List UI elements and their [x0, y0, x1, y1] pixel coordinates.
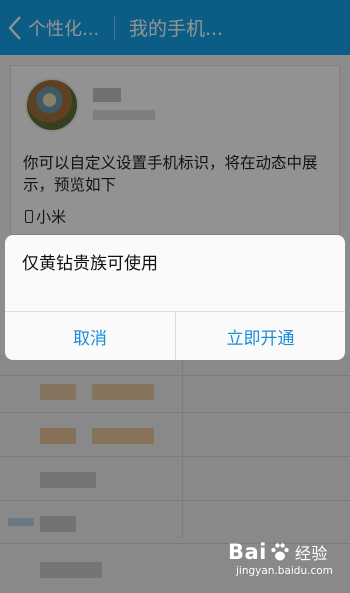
cancel-button[interactable]: 取消: [5, 312, 175, 360]
dialog-message: 仅黄钻贵族可使用: [22, 254, 158, 274]
screen: 个性化... 我的手机... 你可以自定义设置手机标识，将在动态中展示，预览如下…: [0, 0, 350, 593]
watermark-brand-text: Bai: [228, 540, 267, 564]
activate-button[interactable]: 立即开通: [175, 312, 345, 360]
baidu-watermark: Bai 经验 jingyan.baidu.com: [228, 540, 340, 588]
watermark-url: jingyan.baidu.com: [236, 565, 333, 577]
alert-dialog: 仅黄钻贵族可使用 取消 立即开通: [5, 235, 345, 360]
paw-icon: [271, 543, 289, 561]
watermark-suffix: 经验: [294, 544, 328, 563]
watermark-brand: Bai 经验: [228, 540, 340, 564]
